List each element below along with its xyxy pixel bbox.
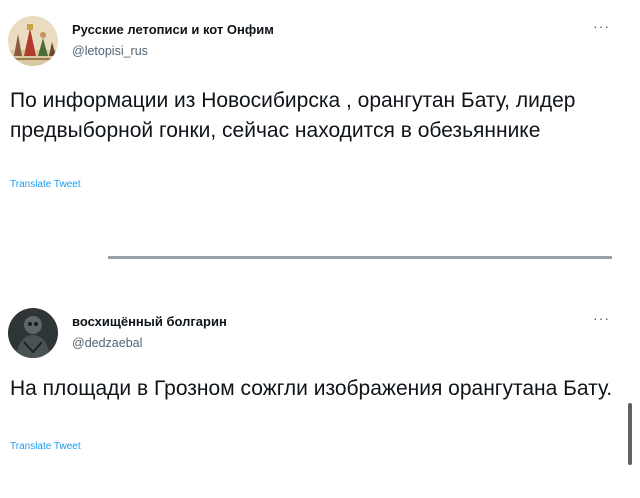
more-options-icon[interactable]: ··· bbox=[593, 310, 610, 326]
author-avatar[interactable] bbox=[8, 16, 58, 66]
translate-tweet-link[interactable]: Translate Tweet bbox=[10, 441, 81, 452]
divider bbox=[108, 256, 612, 259]
tweet-screenshot: Русские летописи и кот Онфим @letopisi_r… bbox=[0, 0, 640, 498]
more-options-icon[interactable]: ··· bbox=[593, 18, 610, 34]
manuscript-illustration-icon bbox=[8, 16, 58, 66]
author-name[interactable]: Русские летописи и кот Онфим bbox=[72, 22, 274, 37]
author-handle[interactable]: @dedzaebal bbox=[72, 336, 142, 350]
author-name[interactable]: восхищённый болгарин bbox=[72, 314, 227, 329]
scrollbar[interactable] bbox=[628, 403, 632, 465]
dark-figure-icon bbox=[8, 308, 58, 358]
author-avatar[interactable] bbox=[8, 308, 58, 358]
translate-tweet-link[interactable]: Translate Tweet bbox=[10, 179, 81, 190]
tweet-text: На площади в Грозном сожгли изображения … bbox=[10, 377, 613, 400]
author-handle[interactable]: @letopisi_rus bbox=[72, 44, 148, 58]
tweet-text: По информации из Новосибирска , орангута… bbox=[10, 89, 576, 142]
